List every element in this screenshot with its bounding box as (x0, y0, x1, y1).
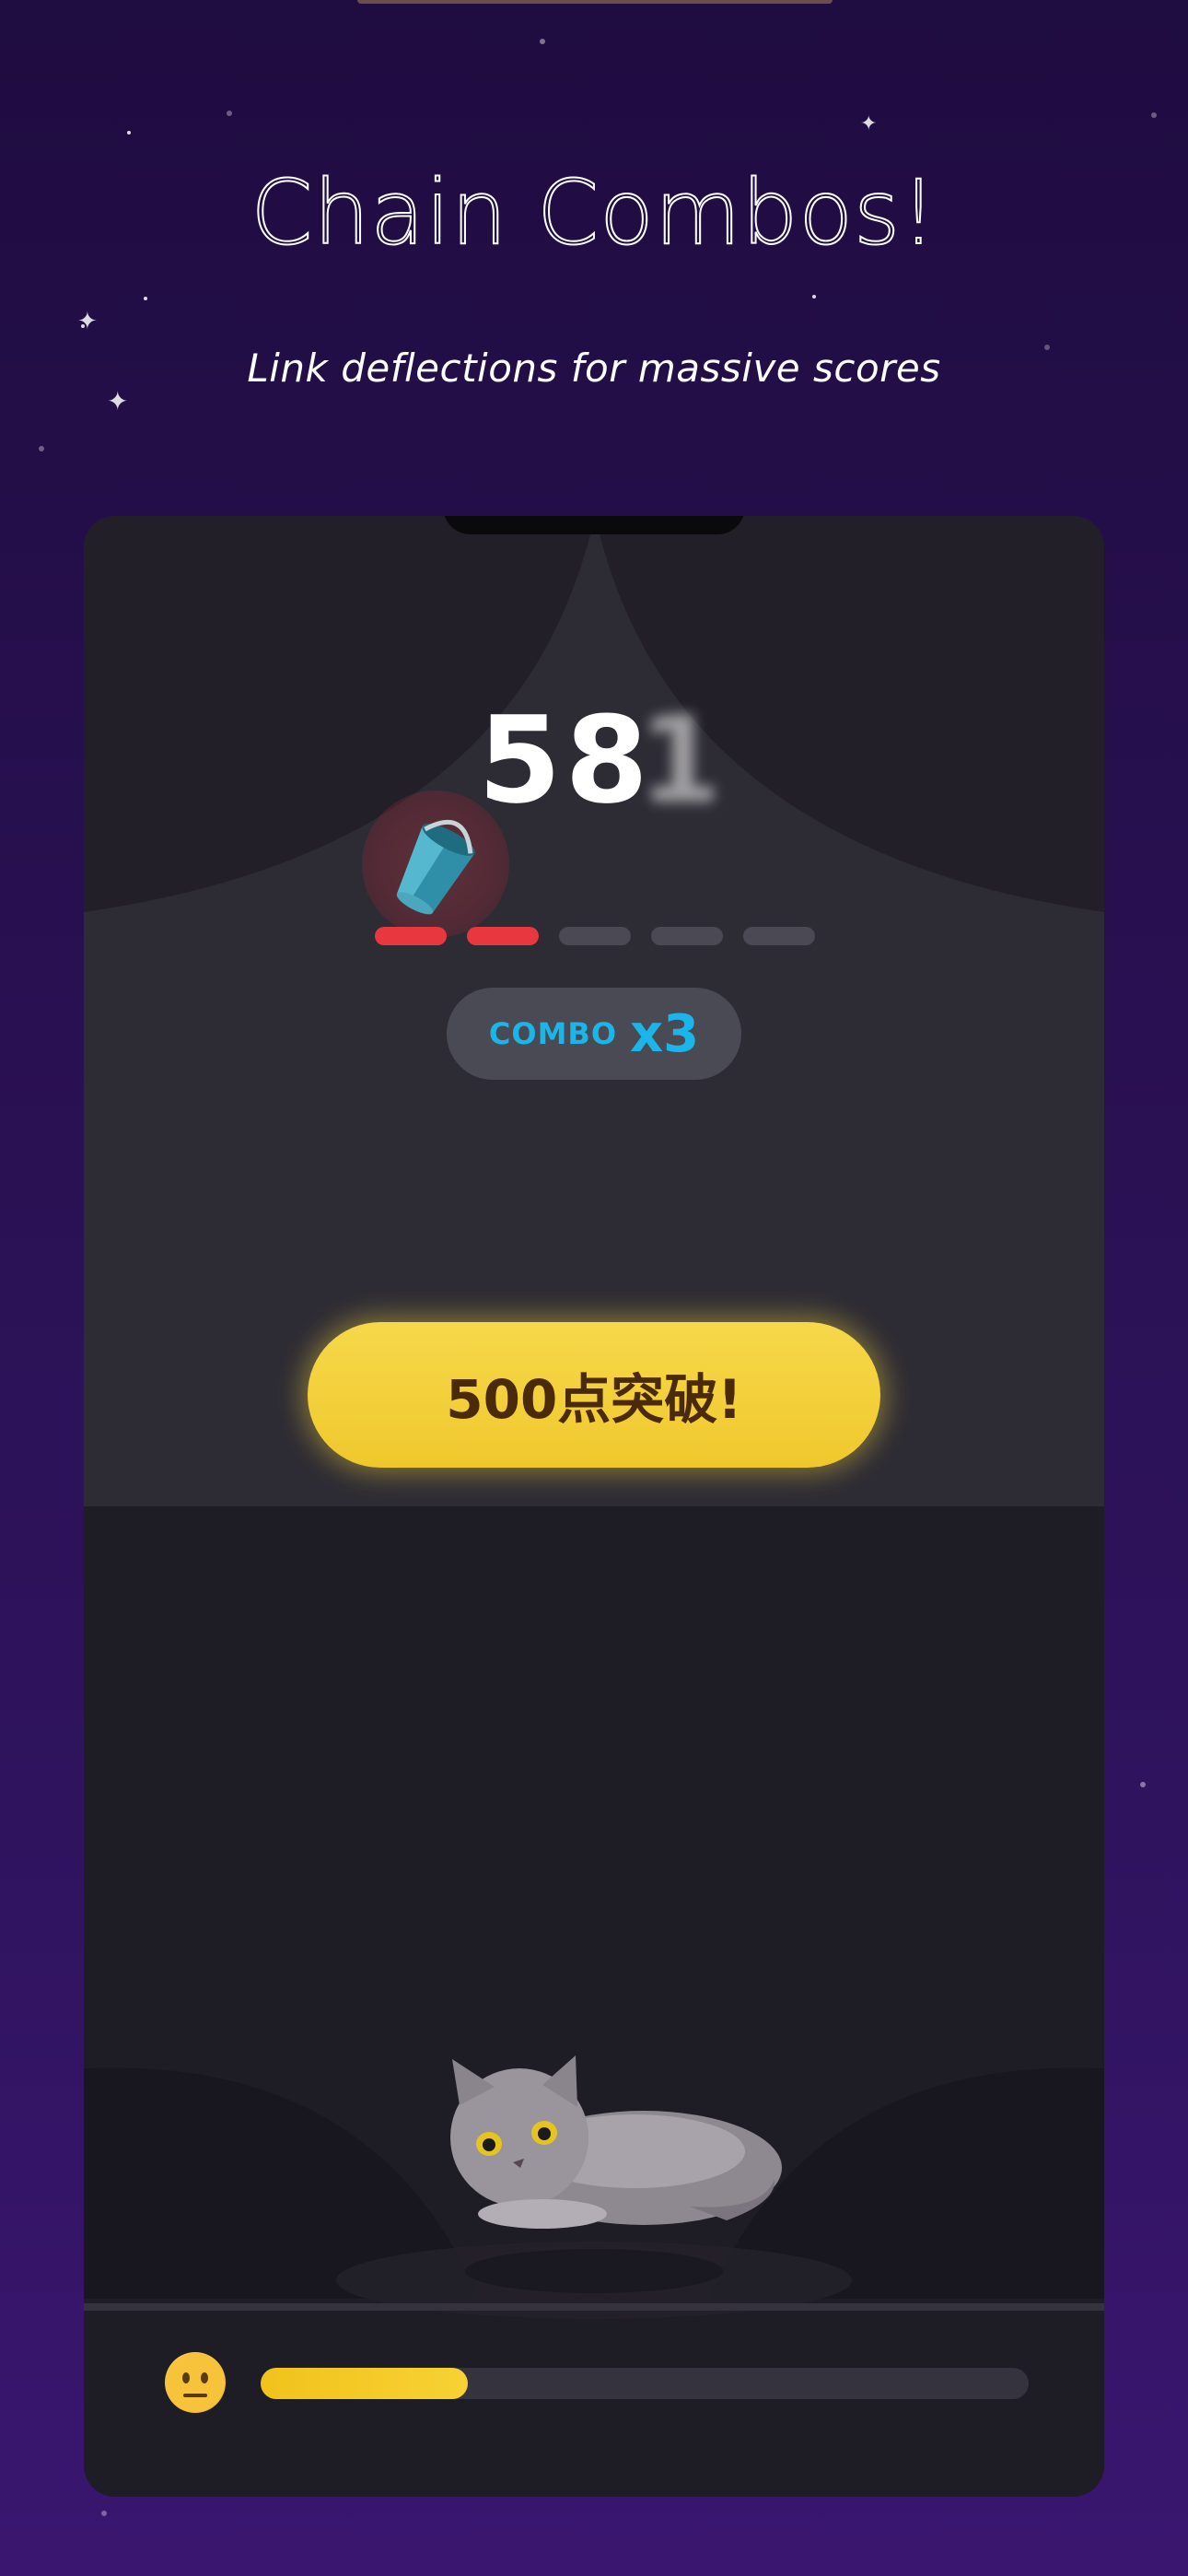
combo-segment (375, 927, 447, 945)
milestone-banner[interactable]: 500点突破! (308, 1322, 880, 1468)
page-title: Chain Combos! (250, 160, 938, 265)
star (540, 39, 545, 44)
page-subtitle: Link deflections for massive scores (247, 345, 941, 391)
combo-segment (467, 927, 539, 945)
combo-segment (651, 927, 723, 945)
mood-meter (261, 2368, 1029, 2399)
combo-multiplier: x3 (630, 1003, 700, 1064)
star (144, 297, 147, 300)
combo-progress (375, 927, 815, 945)
game-screen[interactable]: 58 1 COMBO x3 500点突破! (84, 516, 1104, 2497)
floor-line (84, 2303, 1104, 2311)
neutral-face-icon (165, 2352, 226, 2413)
star (127, 131, 131, 135)
cat-character[interactable] (413, 2050, 791, 2234)
bucket-icon (396, 819, 475, 915)
star (1140, 1782, 1146, 1787)
star (812, 295, 816, 299)
top-edge-bar (357, 0, 833, 4)
star (1151, 112, 1157, 118)
star (39, 446, 44, 451)
star (101, 2511, 107, 2516)
score-next-digit: 1 (638, 690, 722, 830)
phone-notch (443, 516, 745, 534)
star (227, 111, 232, 116)
sparkle-star: ✦ (77, 308, 98, 335)
bucket-powerup[interactable] (362, 790, 509, 938)
sparkle-star: ✦ (107, 386, 129, 416)
combo-badge: COMBO x3 (447, 988, 741, 1080)
sparkle-star: ✦ (860, 112, 878, 135)
combo-segment (559, 927, 631, 945)
combo-segment (743, 927, 815, 945)
cat-paws (478, 2199, 607, 2229)
floor-area (84, 1506, 1104, 2497)
cat-shadow-inner (465, 2249, 723, 2293)
combo-label: COMBO (488, 1016, 618, 1051)
floor-arches (84, 2067, 1104, 2319)
play-area: 58 1 COMBO x3 500点突破! (84, 516, 1104, 1506)
mood-meter-fill (261, 2368, 469, 2399)
